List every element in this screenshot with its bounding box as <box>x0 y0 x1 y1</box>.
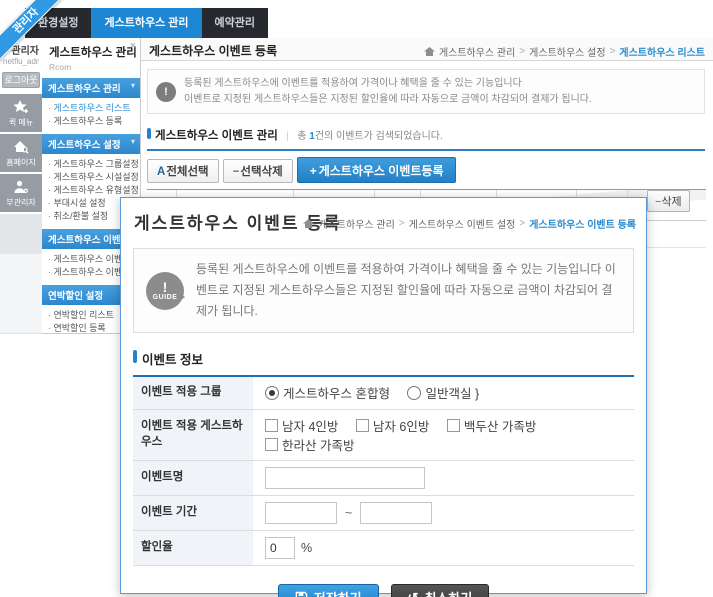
home-icon <box>303 219 315 228</box>
radio-general-room[interactable]: 일반객실 } <box>407 383 479 402</box>
homepage-label: 홈페이지 <box>6 157 36 167</box>
period-start-input[interactable] <box>265 501 337 524</box>
row-delete-button[interactable]: −삭제 <box>647 190 690 212</box>
breadcrumb-item[interactable]: 게스트하우스 관리 <box>439 44 515 59</box>
minus-icon: − <box>232 166 240 178</box>
field-label-apply-group: 이벤트 적용 그룹 <box>133 377 253 410</box>
breadcrumb-item-current: 게스트하우스 리스트 <box>619 48 705 59</box>
modal-actions: 저장하기 ↺ 취소하기 <box>121 583 646 597</box>
modal-guide-text: 등록된 게스트하우스에 이벤트를 적용하여 가격이나 혜택을 줄 수 있는 기능… <box>196 262 616 318</box>
sidebar-item-guesthouse-list[interactable]: 게스트하우스 리스트 <box>48 102 138 115</box>
field-label-apply-guesthouse: 이벤트 적용 게스트하우스 <box>133 409 253 461</box>
radio-icon <box>265 385 279 400</box>
star-plus-icon <box>13 99 29 115</box>
sidebar-section-guesthouse-mgmt[interactable]: 게스트하우스 관리 ▾ <box>42 78 140 98</box>
guide-icon: ! <box>156 81 176 102</box>
breadcrumb-item[interactable]: 게스트하우스 관리 <box>318 216 394 231</box>
result-count-text: 총 1건의 이벤트가 검색되었습니다. <box>297 131 443 142</box>
checkbox-icon <box>265 437 278 451</box>
guide-bubble-icon: ! GUIDE <box>146 271 185 310</box>
breadcrumb-item[interactable]: 게스트하우스 설정 <box>529 44 605 59</box>
home-icon <box>423 47 435 56</box>
checkbox-male-6[interactable]: 남자 6인방 <box>355 416 429 435</box>
left-rail: 관리자 netflu_admin 로그아웃 퀵 메뉴 홈페이지 부관리자 <box>0 38 42 334</box>
modal-guide-box: ! GUIDE 등록된 게스트하우스에 이벤트를 적용하여 가격이나 혜택을 줄… <box>133 248 634 333</box>
form-section-header: 이벤트 정보 <box>133 349 634 377</box>
subadmin-label: 부관리자 <box>6 197 36 207</box>
list-toolbar: A전체선택 −선택삭제 + 게스트하우스 이벤트등록 <box>147 157 705 183</box>
checkbox-icon <box>446 418 460 432</box>
guide-line-1: 등록된 게스트하우스에 이벤트를 적용하여 가격이나 혜택을 줄 수 있는 기능… <box>184 78 522 89</box>
app-window: 관리자 환경설정 게스트하우스 관리 예약관리 관리자 netflu_admin… <box>0 0 713 597</box>
section-bullet <box>133 350 137 363</box>
sidebar-item-facility-setting[interactable]: 게스트하우스 시설설정 <box>48 171 139 184</box>
quick-menu-label: 퀵 메뉴 <box>8 117 34 127</box>
add-event-button[interactable]: + 게스트하우스 이벤트등록 <box>296 157 457 183</box>
field-label-event-period: 이벤트 기간 <box>133 495 253 531</box>
checkbox-male-4[interactable]: 남자 4인방 <box>265 416 338 435</box>
delete-selected-button[interactable]: −선택삭제 <box>222 159 293 183</box>
form-section-title: 이벤트 정보 <box>142 353 203 367</box>
guide-line-2: 이벤트로 지정된 게스트하우스들은 지정된 할인율에 따라 자동으로 금액이 차… <box>184 93 592 105</box>
select-all-icon: A <box>157 166 166 178</box>
percent-unit: % <box>301 540 313 555</box>
breadcrumb-item-current: 게스트하우스 이벤트 등록 <box>529 220 636 231</box>
checkbox-icon <box>265 418 278 432</box>
user-id: netflu_admin <box>3 57 39 66</box>
cancel-button[interactable]: ↺ 취소하기 <box>390 583 490 597</box>
nav-item-guesthouse[interactable]: 게스트하우스 관리 <box>91 8 202 38</box>
select-all-button[interactable]: A전체선택 <box>147 159 219 183</box>
list-section-title: 게스트하우스 이벤트 관리 <box>155 130 278 142</box>
list-section-header: 게스트하우스 이벤트 관리 | 총 1건의 이벤트가 검색되었습니다. <box>147 126 705 151</box>
period-end-input[interactable] <box>360 501 433 524</box>
quick-menu-button[interactable]: 퀵 메뉴 <box>0 94 42 132</box>
chevron-down-icon: ▾ <box>130 81 135 90</box>
section-bullet <box>147 128 151 139</box>
checkbox-icon <box>355 418 369 432</box>
field-label-discount-rate: 할인율 <box>133 530 253 566</box>
nav-item-reservation[interactable]: 예약관리 <box>202 8 268 38</box>
breadcrumb-item[interactable]: 게스트하우스 이벤트 설정 <box>409 216 516 231</box>
close-icon[interactable]: × <box>130 41 136 52</box>
top-navigation: 환경설정 게스트하우스 관리 예약관리 <box>25 8 268 38</box>
subadmin-button[interactable]: 부관리자 <box>0 174 42 212</box>
discount-rate-input[interactable] <box>265 536 295 559</box>
field-label-event-name: 이벤트명 <box>133 460 253 496</box>
logout-button[interactable]: 로그아웃 <box>2 72 40 88</box>
homepage-button[interactable]: 홈페이지 <box>0 134 42 172</box>
event-name-input[interactable] <box>265 466 425 489</box>
sidebar-item-group-setting[interactable]: 게스트하우스 그룹설정 <box>48 158 139 171</box>
sidebar-section-guesthouse-settings[interactable]: 게스트하우스 설정 ▾ <box>42 134 140 154</box>
sidebar-item-guesthouse-register[interactable]: 게스트하우스 등록 <box>48 115 138 128</box>
page-title: 게스트하우스 이벤트 등록 <box>149 44 278 58</box>
breadcrumb: 게스트하우스 관리 > 게스트하우스 설정 > 게스트하우스 리스트 <box>423 44 705 59</box>
undo-icon: ↺ <box>407 589 419 597</box>
person-gear-icon <box>13 179 29 195</box>
radio-guesthouse-mixed[interactable]: 게스트하우스 혼합형 <box>265 383 390 402</box>
sidebar-item-type-setting[interactable]: 게스트하우스 유형설정 <box>48 184 139 197</box>
home-search-icon <box>13 139 29 155</box>
save-button[interactable]: 저장하기 <box>277 583 379 597</box>
modal-breadcrumb: 게스트하우스 관리 > 게스트하우스 이벤트 설정 > 게스트하우스 이벤트 등… <box>303 216 636 231</box>
chevron-down-icon: ▾ <box>130 137 135 146</box>
page-guide-box: ! 등록된 게스트하우스에 이벤트를 적용하여 가격이나 혜택을 줄 수 있는 … <box>147 69 705 114</box>
checkbox-hallasan-family[interactable]: 한라산 가족방 <box>265 435 354 454</box>
plus-icon: + <box>309 163 317 178</box>
checkbox-baekdusan-family[interactable]: 백두산 가족방 <box>446 416 536 435</box>
save-icon <box>295 591 308 597</box>
sidebar-subtitle: Rcom <box>49 62 72 72</box>
sidebar-title: 게스트하우스 관리 <box>49 47 137 59</box>
rail-filler-light <box>0 254 42 334</box>
event-register-modal: 게스트하우스 이벤트 등록 게스트하우스 관리 > 게스트하우스 이벤트 설정 … <box>120 197 647 597</box>
radio-icon <box>407 385 422 400</box>
rail-filler <box>0 214 42 254</box>
event-form: 이벤트 적용 그룹 게스트하우스 혼합형 일반객실 } 이벤트 적용 게스트하우… <box>133 377 634 566</box>
